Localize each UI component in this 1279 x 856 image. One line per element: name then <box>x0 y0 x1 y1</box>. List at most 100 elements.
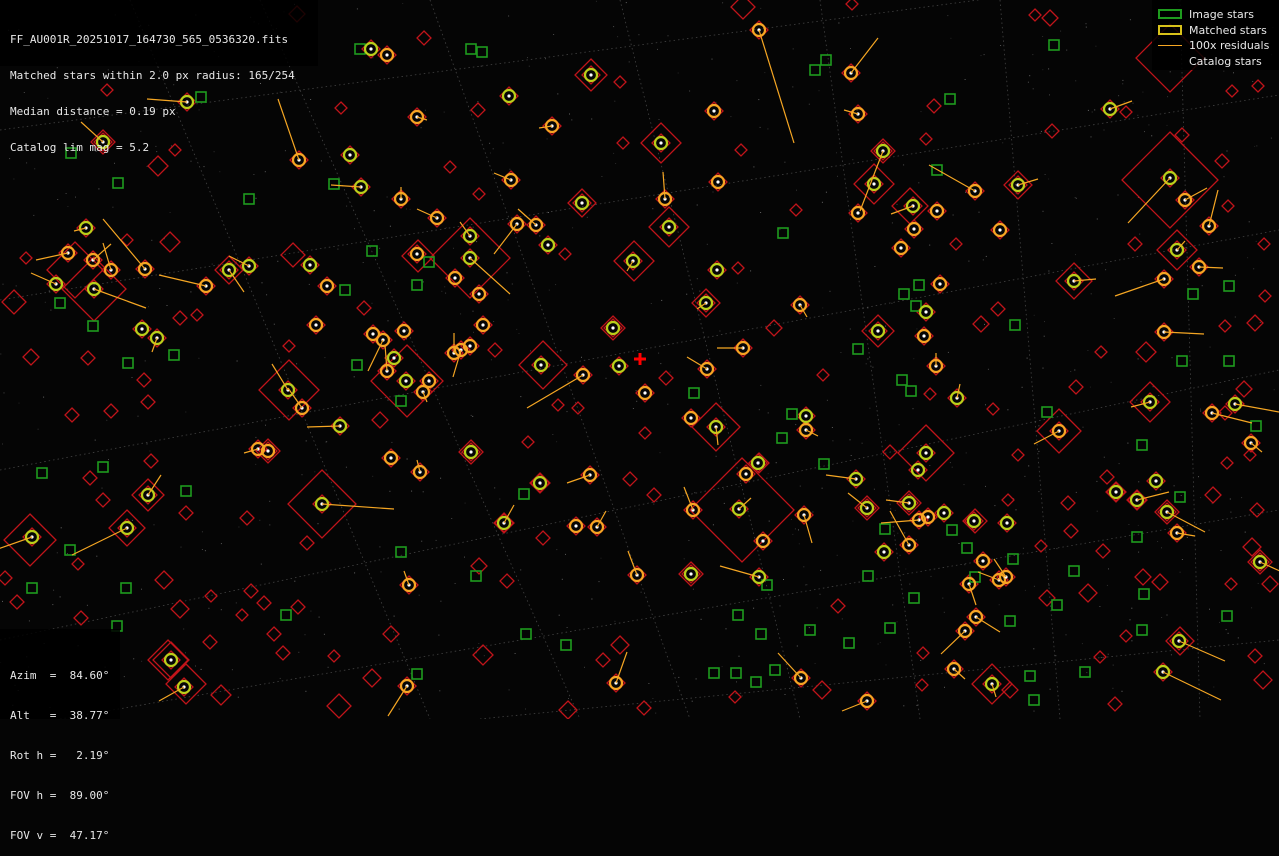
noise-pixel <box>379 247 381 249</box>
noise-pixel <box>1026 123 1028 125</box>
noise-pixel <box>1075 80 1077 82</box>
noise-pixel <box>1209 608 1210 610</box>
noise-pixel <box>660 363 662 365</box>
noise-pixel <box>75 196 76 198</box>
image-star <box>898 288 910 300</box>
noise-pixel <box>59 596 61 598</box>
noise-pixel <box>669 371 671 373</box>
noise-pixel <box>667 35 669 37</box>
noise-pixel <box>1089 386 1091 388</box>
noise-pixel <box>655 712 657 714</box>
noise-pixel <box>600 557 602 559</box>
noise-pixel <box>818 90 820 92</box>
noise-pixel <box>0 353 2 355</box>
noise-pixel <box>269 524 271 526</box>
noise-pixel <box>1022 547 1024 549</box>
noise-pixel <box>438 634 440 636</box>
residual-line <box>321 503 395 510</box>
noise-pixel <box>706 243 708 245</box>
image-star <box>1174 491 1186 503</box>
noise-pixel <box>779 229 781 231</box>
noise-pixel <box>1244 531 1246 533</box>
fits-filename: FF_AU001R_20251017_164730_565_0536320.fi… <box>10 33 289 46</box>
catalog-star <box>9 594 25 610</box>
noise-pixel <box>219 171 221 173</box>
noise-pixel <box>673 329 675 330</box>
noise-pixel <box>648 683 650 684</box>
noise-pixel <box>896 203 898 205</box>
noise-pixel <box>131 519 133 521</box>
noise-pixel <box>1131 640 1133 642</box>
noise-pixel <box>885 664 887 666</box>
noise-pixel <box>420 127 422 129</box>
noise-pixel <box>153 524 155 526</box>
grid-line <box>429 0 691 719</box>
noise-pixel <box>983 54 985 56</box>
noise-pixel <box>506 272 508 274</box>
noise-pixel <box>425 382 427 384</box>
noise-pixel <box>514 653 516 654</box>
noise-pixel <box>625 2 627 4</box>
residual-line <box>975 616 1001 633</box>
noise-pixel <box>613 26 615 28</box>
noise-pixel <box>1108 568 1109 570</box>
noise-pixel <box>265 424 266 426</box>
catalog-star <box>535 530 551 546</box>
catalog-star <box>1204 486 1222 504</box>
noise-pixel <box>220 543 222 545</box>
noise-pixel <box>1038 491 1040 493</box>
catalog-star <box>95 492 111 508</box>
catalog-star <box>990 301 1006 317</box>
catalog-star <box>638 426 652 440</box>
noise-pixel <box>141 660 143 662</box>
noise-pixel <box>719 330 721 332</box>
catalog-star <box>1249 502 1265 518</box>
noise-pixel <box>530 350 531 352</box>
noise-pixel <box>148 306 149 308</box>
noise-pixel <box>897 532 899 534</box>
noise-pixel <box>393 615 395 617</box>
noise-pixel <box>1075 254 1076 256</box>
legend-matched-stars: Matched stars <box>1158 23 1267 37</box>
noise-pixel <box>1033 314 1035 316</box>
noise-pixel <box>1142 91 1144 93</box>
matched-star-core <box>348 153 352 157</box>
noise-pixel <box>638 508 640 510</box>
noise-pixel <box>700 618 702 620</box>
noise-pixel <box>159 288 161 289</box>
noise-pixel <box>386 196 388 198</box>
noise-pixel <box>525 708 526 710</box>
noise-pixel <box>304 634 306 636</box>
catalog-star <box>812 680 832 700</box>
noise-pixel <box>1096 510 1098 512</box>
catalog-star <box>362 668 382 688</box>
noise-pixel <box>1015 509 1017 511</box>
noise-pixel <box>123 676 125 678</box>
noise-pixel <box>298 651 300 653</box>
noise-pixel <box>483 655 485 657</box>
image-star <box>1136 624 1148 636</box>
image-star <box>1223 280 1235 292</box>
catalog-star <box>558 247 572 261</box>
catalog-star <box>0 570 13 586</box>
noise-pixel <box>237 696 239 698</box>
catalog-star <box>1001 681 1019 699</box>
noise-pixel <box>294 580 296 582</box>
noise-pixel <box>1121 690 1123 692</box>
noise-pixel <box>1144 131 1145 133</box>
catalog-star <box>1095 543 1111 559</box>
noise-pixel <box>715 101 717 103</box>
catalog-star <box>1224 577 1238 591</box>
matched-star-core <box>761 539 765 543</box>
legend-catalog-stars: Catalog stars <box>1158 54 1262 68</box>
noise-pixel <box>784 694 786 695</box>
noise-pixel <box>1043 335 1045 337</box>
image-star <box>518 488 530 500</box>
catalog-star <box>636 700 652 716</box>
residual-line <box>71 527 128 556</box>
catalog-star <box>616 136 630 150</box>
noise-pixel <box>1248 221 1250 223</box>
noise-pixel <box>201 531 203 533</box>
noise-pixel <box>34 168 36 170</box>
noise-pixel <box>1028 465 1030 467</box>
